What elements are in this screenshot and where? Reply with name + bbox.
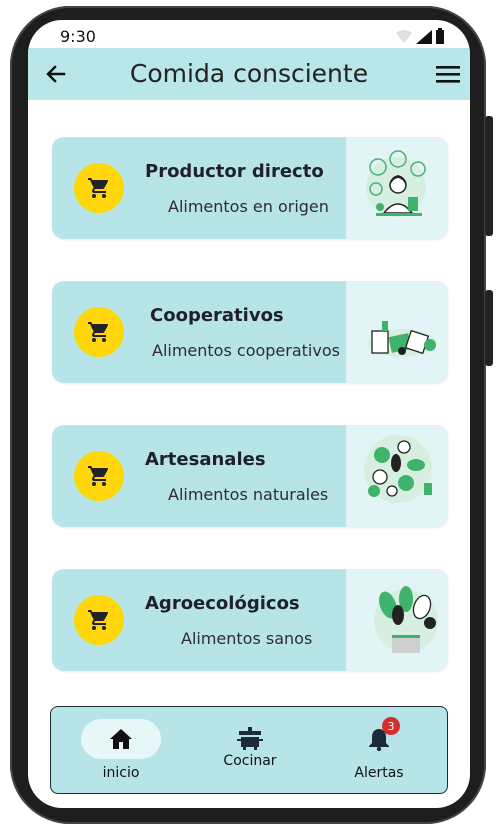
nav-label: inicio [102, 765, 140, 781]
nav-item-alertas[interactable]: 3 Alertas [319, 707, 439, 795]
card-title: Artesanales [145, 449, 266, 470]
shopping-cart-icon [88, 178, 108, 198]
notification-badge: 3 [382, 717, 400, 735]
card-illustration-panel [346, 137, 448, 239]
card-subtitle: Alimentos sanos [181, 629, 313, 648]
card-subtitle: Alimentos naturales [168, 485, 329, 504]
page-title: Comida consciente [129, 59, 369, 88]
grocery-pile-illustration [368, 321, 436, 357]
vegetable-basket-illustration [374, 586, 438, 653]
shopping-cart-icon [88, 466, 108, 486]
nav-item-cocinar[interactable]: Cocinar [190, 707, 310, 795]
shopping-cart-icon [88, 322, 108, 342]
bell-wrapper: 3 [368, 717, 400, 752]
wifi-icon [396, 30, 412, 43]
card-subtitle: Alimentos en origen [168, 197, 329, 216]
nav-item-inicio[interactable]: inicio [61, 707, 181, 795]
card-agroecologicos[interactable]: Agroecológicos Alimentos sanos [52, 569, 448, 671]
home-icon [110, 729, 132, 749]
battery-icon [436, 28, 444, 44]
status-time: 9:30 [60, 27, 96, 46]
side-button-power [485, 290, 493, 366]
cooking-pot-icon [237, 727, 263, 750]
cart-badge [74, 307, 124, 357]
card-illustration-panel [346, 569, 448, 671]
nav-active-indicator [81, 719, 161, 759]
shopping-cart-icon [88, 610, 108, 630]
nav-icon-wrap: 3 [339, 717, 419, 759]
card-productor-directo[interactable]: Productor directo Alimentos en origen [52, 137, 448, 239]
card-illustration-panel [346, 425, 448, 527]
nav-label: Alertas [354, 765, 404, 781]
fruits-vegetables-illustration [364, 435, 432, 503]
card-title: Productor directo [145, 161, 324, 182]
status-bar: 9:30 [28, 20, 470, 50]
card-title: Cooperativos [150, 305, 284, 326]
woman-with-vegetables-illustration [366, 150, 426, 217]
menu-button[interactable] [434, 60, 462, 88]
cart-badge [74, 595, 124, 645]
hamburger-menu-icon [436, 66, 460, 83]
app-bar: Comida consciente [28, 48, 470, 100]
card-illustration-panel [346, 281, 448, 383]
status-icons [396, 28, 444, 44]
side-button-volume [485, 116, 493, 236]
cart-badge [74, 163, 124, 213]
card-title: Agroecológicos [145, 593, 300, 614]
cart-badge [74, 451, 124, 501]
bottom-navigation: inicio Cocinar 3 Alertas [50, 706, 448, 794]
phone-screen: 9:30 Comida consciente Productor directo… [28, 20, 470, 808]
card-cooperativos[interactable]: Cooperativos Alimentos cooperativos [52, 281, 448, 383]
nav-label: Cocinar [223, 753, 277, 769]
card-artesanales[interactable]: Artesanales Alimentos naturales [52, 425, 448, 527]
signal-icon [416, 30, 432, 44]
card-subtitle: Alimentos cooperativos [152, 341, 340, 360]
